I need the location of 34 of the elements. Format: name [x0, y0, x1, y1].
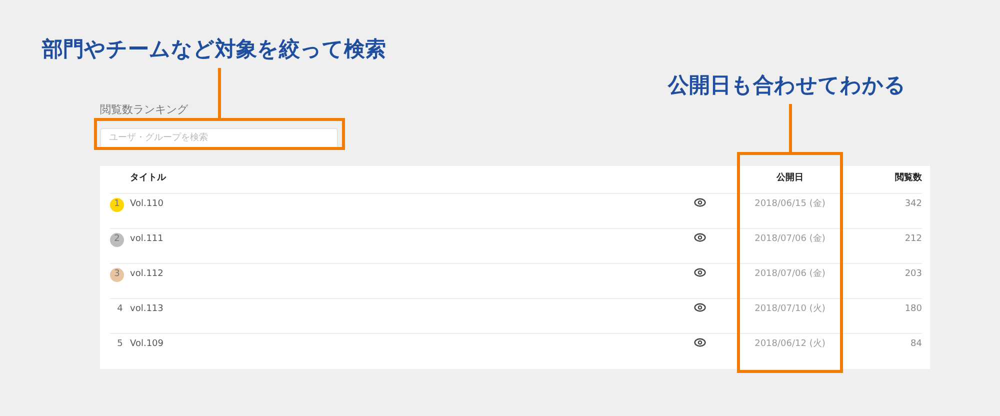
view-count: 342 — [904, 198, 922, 210]
eye-icon[interactable] — [694, 338, 706, 346]
row-title: vol.112 — [130, 268, 164, 280]
publish-date: 2018/06/12 (火) — [754, 338, 826, 350]
search-field[interactable]: ユーザ・グループを検索 — [100, 128, 338, 148]
view-count: 84 — [910, 338, 922, 350]
row-title: vol.113 — [130, 302, 164, 316]
rank-number: 4 — [116, 302, 124, 316]
row-title: Vol.110 — [130, 198, 165, 210]
eye-icon[interactable] — [694, 232, 706, 242]
callout-text: 公開日も合わせてわかる — [668, 72, 906, 98]
eye-icon[interactable] — [694, 302, 706, 312]
column-header: 公開日 — [776, 172, 804, 186]
rank-badge: 2 — [110, 232, 124, 246]
publish-date: 2018/06/15 (金) — [754, 198, 826, 210]
leader-line — [218, 68, 221, 119]
rank-badge: 1 — [110, 198, 124, 212]
column-header: 閲覧数 — [894, 172, 922, 186]
row-title: vol.111 — [130, 232, 164, 246]
section-title: 閲覧数ランキング — [100, 103, 190, 117]
view-count: 203 — [904, 268, 922, 280]
callout-text: 部門やチームなど対象を絞って検索 — [42, 36, 386, 62]
eye-icon[interactable] — [694, 268, 706, 276]
publish-date: 2018/07/06 (金) — [754, 268, 826, 280]
rank-badge: 3 — [110, 268, 124, 282]
view-count: 180 — [904, 302, 922, 316]
eye-icon[interactable] — [694, 198, 706, 206]
view-count: 212 — [904, 232, 922, 246]
publish-date: 2018/07/06 (金) — [754, 232, 826, 246]
column-header: タイトル — [130, 172, 168, 186]
publish-date: 2018/07/10 (火) — [754, 302, 826, 316]
row-title: Vol.109 — [130, 338, 165, 350]
leader-line — [789, 104, 792, 152]
rank-number: 5 — [116, 338, 124, 350]
